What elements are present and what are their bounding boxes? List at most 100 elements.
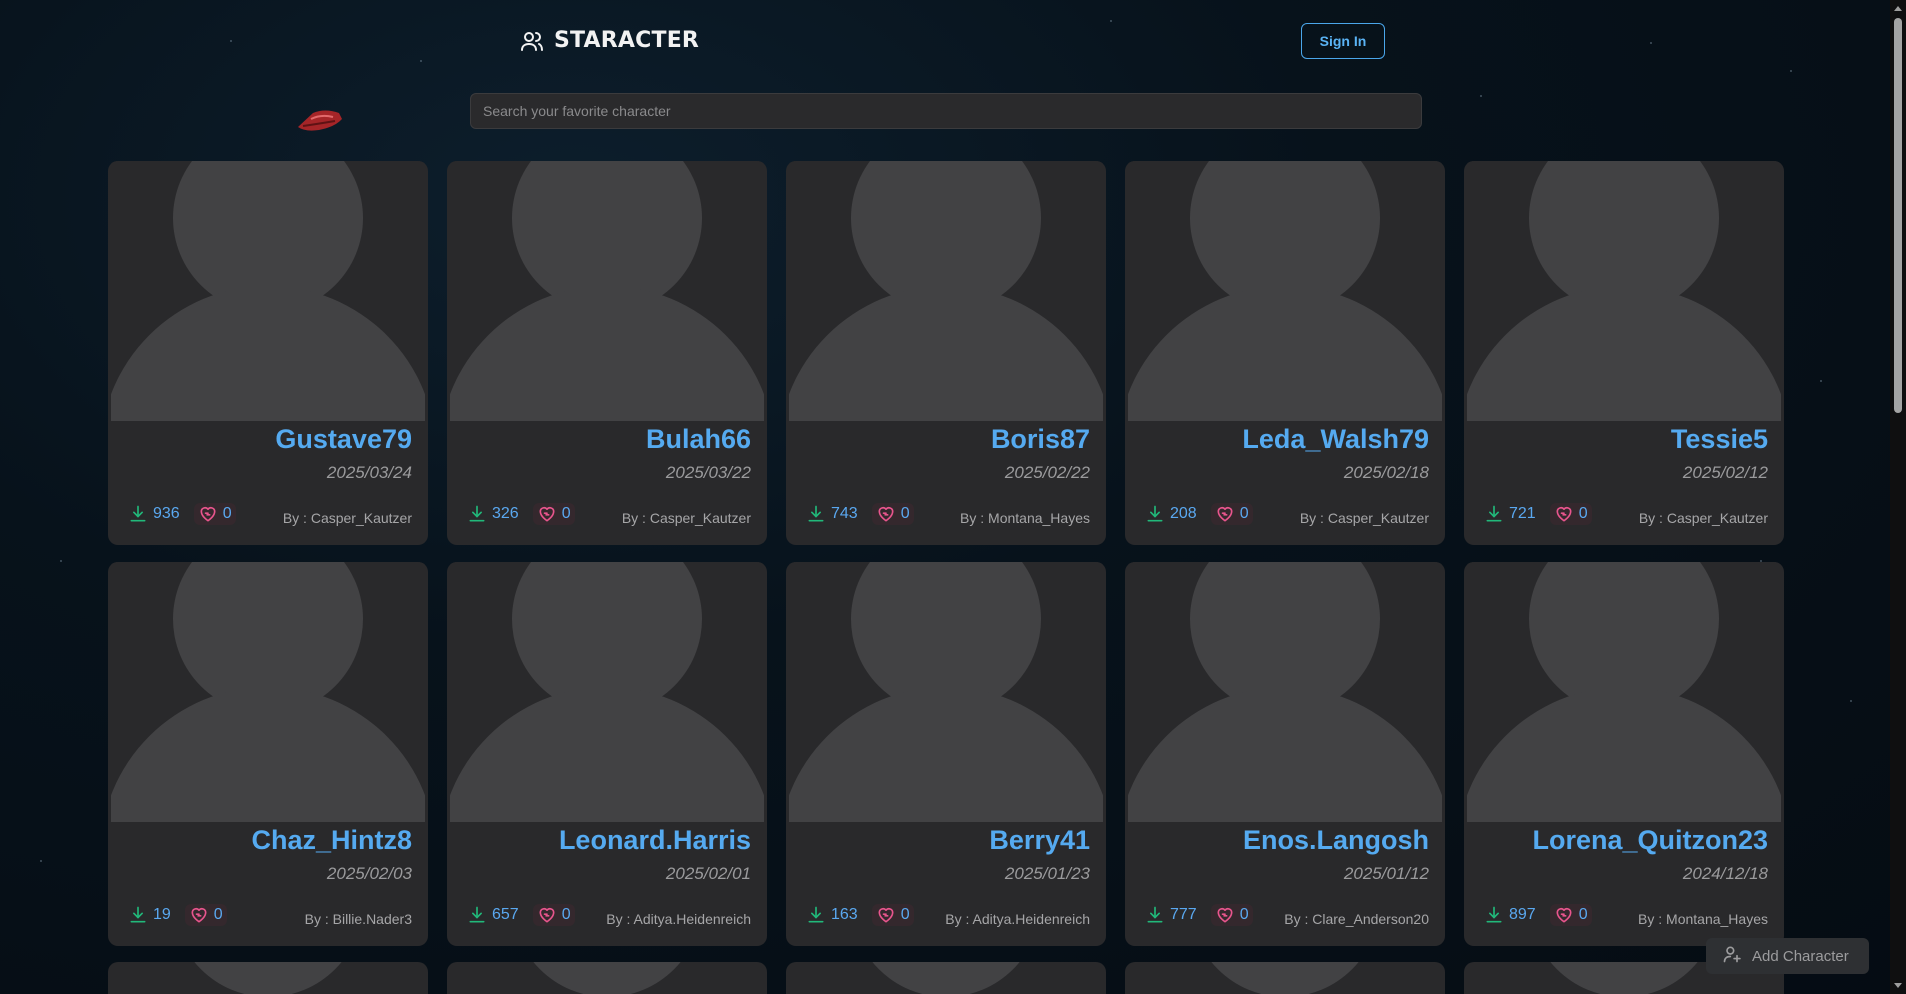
avatar-placeholder xyxy=(111,161,425,421)
character-card[interactable]: Leonard.Harris 2025/02/01 657 0 By: Adi… xyxy=(447,562,767,946)
character-name[interactable]: Boris87 xyxy=(991,424,1090,455)
author-label[interactable]: By : Casper_Kautzer xyxy=(1639,510,1768,526)
download-count[interactable]: 208 xyxy=(1145,504,1197,524)
heart-icon xyxy=(1554,905,1574,925)
heart-icon xyxy=(1554,504,1574,524)
created-date: 2025/03/22 xyxy=(665,463,751,482)
author-label[interactable]: By : Casper_Kautzer xyxy=(283,510,412,526)
avatar-placeholder xyxy=(111,562,425,822)
sign-in-button[interactable]: Sign In xyxy=(1301,23,1385,59)
download-count-value: 163 xyxy=(831,906,858,923)
spaceship-icon xyxy=(295,105,345,140)
scroll-down-arrow-icon[interactable] xyxy=(1894,983,1902,988)
character-name[interactable]: Bulah66 xyxy=(646,424,751,455)
download-count[interactable]: 19 xyxy=(128,905,171,925)
created-date: 2025/03/24 xyxy=(326,463,412,482)
character-name[interactable]: Chaz_Hintz8 xyxy=(251,825,412,856)
like-button[interactable]: 0 xyxy=(1549,904,1592,926)
card-partial[interactable] xyxy=(108,962,428,994)
download-count[interactable]: 743 xyxy=(806,504,858,524)
created-date: 2025/02/18 xyxy=(1343,463,1429,482)
download-icon xyxy=(1484,504,1504,524)
search-input[interactable] xyxy=(470,93,1422,129)
card-partial[interactable] xyxy=(786,962,1106,994)
like-button[interactable]: 0 xyxy=(1549,503,1592,525)
character-card[interactable]: Enos.Langosh 2025/01/12 777 0 By: Clare… xyxy=(1125,562,1445,946)
download-icon xyxy=(467,504,487,524)
like-button[interactable]: 0 xyxy=(1210,904,1253,926)
card-partial[interactable] xyxy=(1125,962,1445,994)
character-card[interactable]: Gustave79 2025/03/24 936 0 By: Casper_K… xyxy=(108,161,428,545)
author-label[interactable]: By : Casper_Kautzer xyxy=(1300,510,1429,526)
add-character-label: Add Character xyxy=(1752,947,1849,965)
author-label[interactable]: By : Montana_Hayes xyxy=(960,510,1090,526)
heart-icon xyxy=(1215,905,1235,925)
download-count[interactable]: 897 xyxy=(1484,905,1536,925)
like-button[interactable]: 0 xyxy=(871,904,914,926)
character-name[interactable]: Berry41 xyxy=(989,825,1090,856)
author-label[interactable]: By : Aditya.Heidenreich xyxy=(606,911,751,927)
card-stats: 163 0 xyxy=(806,904,914,926)
card-partial[interactable] xyxy=(447,962,767,994)
like-count-value: 0 xyxy=(1578,906,1588,923)
character-name[interactable]: Leonard.Harris xyxy=(559,825,751,856)
character-card[interactable]: Berry41 2025/01/23 163 0 By: Aditya.Hei… xyxy=(786,562,1106,946)
character-name[interactable]: Gustave79 xyxy=(275,424,412,455)
download-count-value: 897 xyxy=(1509,906,1536,923)
character-card[interactable]: Bulah66 2025/03/22 326 0 By: Casper_Kau… xyxy=(447,161,767,545)
character-card[interactable]: Lorena_Quitzon23 2024/12/18 897 0 By: M… xyxy=(1464,562,1784,946)
avatar-placeholder xyxy=(450,161,764,421)
card-stats: 743 0 xyxy=(806,503,914,525)
avatar-placeholder xyxy=(450,562,764,822)
character-name[interactable]: Lorena_Quitzon23 xyxy=(1532,825,1768,856)
character-card[interactable]: Boris87 2025/02/22 743 0 By: Montana_Ha… xyxy=(786,161,1106,545)
character-name[interactable]: Leda_Walsh79 xyxy=(1242,424,1429,455)
like-button[interactable]: 0 xyxy=(871,503,914,525)
download-icon xyxy=(1145,504,1165,524)
brand[interactable]: STARACTER xyxy=(520,28,699,53)
author-label[interactable]: By : Billie.Nader3 xyxy=(305,911,412,927)
scrollbar[interactable] xyxy=(1890,0,1906,994)
like-count-value: 0 xyxy=(1239,505,1249,522)
scroll-up-arrow-icon[interactable] xyxy=(1894,6,1902,11)
download-icon xyxy=(128,504,148,524)
author-label[interactable]: By : Clare_Anderson20 xyxy=(1284,911,1429,927)
download-count[interactable]: 777 xyxy=(1145,905,1197,925)
card-stats: 657 0 xyxy=(467,904,575,926)
character-name[interactable]: Enos.Langosh xyxy=(1243,825,1429,856)
like-count-value: 0 xyxy=(1578,505,1588,522)
character-card[interactable]: Tessie5 2025/02/12 721 0 By: Casper_Kau… xyxy=(1464,161,1784,545)
like-button[interactable]: 0 xyxy=(532,503,575,525)
download-count-value: 208 xyxy=(1170,505,1197,522)
download-count[interactable]: 721 xyxy=(1484,504,1536,524)
like-button[interactable]: 0 xyxy=(1210,503,1253,525)
download-count[interactable]: 326 xyxy=(467,504,519,524)
heart-icon xyxy=(537,905,557,925)
heart-icon xyxy=(1215,504,1235,524)
avatar-placeholder xyxy=(1467,161,1781,421)
like-button[interactable]: 0 xyxy=(193,503,236,525)
download-icon xyxy=(806,504,826,524)
like-button[interactable]: 0 xyxy=(184,904,227,926)
download-count-value: 657 xyxy=(492,906,519,923)
author-label[interactable]: By : Casper_Kautzer xyxy=(622,510,751,526)
like-count-value: 0 xyxy=(900,906,910,923)
author-label[interactable]: By : Aditya.Heidenreich xyxy=(945,911,1090,927)
download-count[interactable]: 936 xyxy=(128,504,180,524)
add-character-button[interactable]: Add Character xyxy=(1706,938,1869,974)
add-user-icon xyxy=(1722,944,1742,968)
character-card[interactable]: Leda_Walsh79 2025/02/18 208 0 By: Caspe… xyxy=(1125,161,1445,545)
scroll-thumb[interactable] xyxy=(1894,18,1902,413)
character-name[interactable]: Tessie5 xyxy=(1671,424,1768,455)
download-count[interactable]: 657 xyxy=(467,905,519,925)
heart-icon xyxy=(876,905,896,925)
download-count-value: 936 xyxy=(153,505,180,522)
created-date: 2025/01/23 xyxy=(1004,864,1090,883)
download-count[interactable]: 163 xyxy=(806,905,858,925)
card-stats: 208 0 xyxy=(1145,503,1253,525)
character-card[interactable]: Chaz_Hintz8 2025/02/03 19 0 By: Billie.… xyxy=(108,562,428,946)
author-label[interactable]: By : Montana_Hayes xyxy=(1638,911,1768,927)
like-button[interactable]: 0 xyxy=(532,904,575,926)
download-icon xyxy=(1484,905,1504,925)
like-count-value: 0 xyxy=(900,505,910,522)
